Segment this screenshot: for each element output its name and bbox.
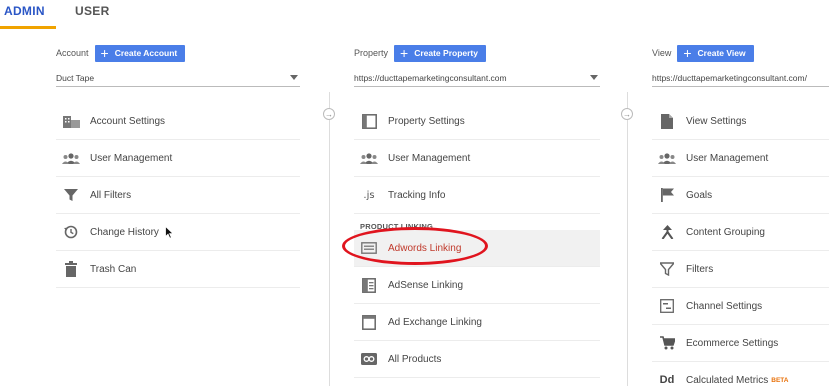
menu-item-view-user-management[interactable]: User Management xyxy=(652,140,829,177)
history-icon xyxy=(62,223,80,241)
menu-item-label: Goals xyxy=(686,189,713,201)
menu-item-label: User Management xyxy=(90,152,173,164)
menu-item-property-user-management[interactable]: User Management xyxy=(354,140,600,177)
view-label: View xyxy=(652,48,672,58)
column-divider xyxy=(329,92,330,386)
menu-item-all-filters[interactable]: All Filters xyxy=(56,177,300,214)
people-icon xyxy=(658,149,676,167)
menu-item-label: Calculated Metrics xyxy=(686,374,769,386)
view-selector[interactable]: https://ducttapemarketingconsultant.com/ xyxy=(652,69,829,87)
js-icon: .js xyxy=(363,189,375,201)
active-tab-indicator xyxy=(0,26,56,29)
flag-icon xyxy=(658,186,676,204)
menu-item-adsense-linking[interactable]: AdSense Linking xyxy=(354,267,600,304)
menu-item-account-user-management[interactable]: User Management xyxy=(56,140,300,177)
channel-icon xyxy=(658,297,676,315)
building-icon xyxy=(62,112,80,130)
menu-item-label: Property Settings xyxy=(388,115,465,127)
menu-item-content-grouping[interactable]: Content Grouping xyxy=(652,214,829,251)
menu-item-property-settings[interactable]: Property Settings xyxy=(354,103,600,140)
create-view-button[interactable]: + Create View xyxy=(677,44,754,62)
chevron-down-icon xyxy=(590,75,598,80)
menu-item-label: Change History xyxy=(90,226,159,238)
menu-item-label: User Management xyxy=(686,152,769,164)
trash-icon xyxy=(62,260,80,278)
menu-item-label: Account Settings xyxy=(90,115,166,127)
menu-item-label: User Management xyxy=(388,152,471,164)
menu-item-label: All Products xyxy=(388,353,442,365)
menu-item-calculated-metrics[interactable]: Dd Calculated Metrics BETA xyxy=(652,362,829,386)
chevron-down-icon xyxy=(290,75,298,80)
adsense-icon xyxy=(360,276,378,294)
tab-admin[interactable]: ADMIN xyxy=(4,4,45,18)
arrow-right-icon: → xyxy=(621,108,633,120)
create-view-label: Create View xyxy=(697,48,746,58)
people-icon xyxy=(360,149,378,167)
account-selected: Duct Tape xyxy=(56,72,95,83)
account-selector[interactable]: Duct Tape xyxy=(56,69,300,87)
cart-icon xyxy=(658,334,676,352)
link-icon xyxy=(360,350,378,368)
arrow-right-icon: → xyxy=(323,108,335,120)
document-icon xyxy=(658,112,676,130)
menu-item-label: Ad Exchange Linking xyxy=(388,316,482,328)
annotation-ellipse xyxy=(342,227,488,265)
property-label: Property xyxy=(354,48,389,58)
menu-item-label: All Filters xyxy=(90,189,132,201)
mouse-cursor-icon xyxy=(165,225,175,244)
create-property-label: Create Property xyxy=(414,48,478,58)
menu-item-all-products[interactable]: All Products xyxy=(354,341,600,378)
menu-item-label: Tracking Info xyxy=(388,189,446,201)
menu-item-label: Trash Can xyxy=(90,263,137,275)
plus-icon: + xyxy=(100,45,109,61)
create-account-label: Create Account xyxy=(114,48,178,58)
menu-item-label: Filters xyxy=(686,263,714,275)
menu-item-filters[interactable]: Filters xyxy=(652,251,829,288)
create-account-button[interactable]: + Create Account xyxy=(94,44,186,62)
menu-item-change-history[interactable]: Change History xyxy=(56,214,300,251)
filter-icon xyxy=(62,186,80,204)
admin-tabs: ADMIN USER xyxy=(0,0,829,30)
view-column: View + Create View https://ducttapemarke… xyxy=(652,44,829,386)
menu-item-label: View Settings xyxy=(686,115,747,127)
property-column: Property + Create Property https://ductt… xyxy=(354,44,600,378)
view-header: View + Create View xyxy=(652,44,829,62)
menu-item-trash-can[interactable]: Trash Can xyxy=(56,251,300,288)
column-divider xyxy=(627,92,628,386)
property-selected: https://ducttapemarketingconsultant.com xyxy=(354,72,507,83)
create-property-button[interactable]: + Create Property xyxy=(394,44,486,62)
menu-item-view-settings[interactable]: View Settings xyxy=(652,103,829,140)
account-column: Account + Create Account Duct Tape Accou… xyxy=(56,44,300,288)
menu-item-ecommerce-settings[interactable]: Ecommerce Settings xyxy=(652,325,829,362)
menu-item-account-settings[interactable]: Account Settings xyxy=(56,103,300,140)
filter-icon xyxy=(658,260,676,278)
menu-item-goals[interactable]: Goals xyxy=(652,177,829,214)
menu-item-label: Ecommerce Settings xyxy=(686,337,779,349)
people-icon xyxy=(62,149,80,167)
dd-icon: Dd xyxy=(659,374,675,386)
property-selector[interactable]: https://ducttapemarketingconsultant.com xyxy=(354,69,600,87)
property-header: Property + Create Property xyxy=(354,44,600,62)
tab-user[interactable]: USER xyxy=(75,4,110,18)
ad-exchange-icon xyxy=(360,313,378,331)
account-label: Account xyxy=(56,48,89,58)
menu-item-tracking-info[interactable]: .js Tracking Info xyxy=(354,177,600,214)
window-icon xyxy=(360,112,378,130)
menu-item-label: AdSense Linking xyxy=(388,279,464,291)
menu-item-label: Content Grouping xyxy=(686,226,765,238)
plus-icon: + xyxy=(400,45,409,61)
beta-badge: BETA xyxy=(771,376,789,384)
menu-item-ad-exchange-linking[interactable]: Ad Exchange Linking xyxy=(354,304,600,341)
account-header: Account + Create Account xyxy=(56,44,300,62)
menu-item-channel-settings[interactable]: Channel Settings xyxy=(652,288,829,325)
menu-item-label: Channel Settings xyxy=(686,300,763,312)
view-selected: https://ducttapemarketingconsultant.com/ xyxy=(652,72,807,83)
grouping-icon xyxy=(658,223,676,241)
plus-icon: + xyxy=(683,45,692,61)
